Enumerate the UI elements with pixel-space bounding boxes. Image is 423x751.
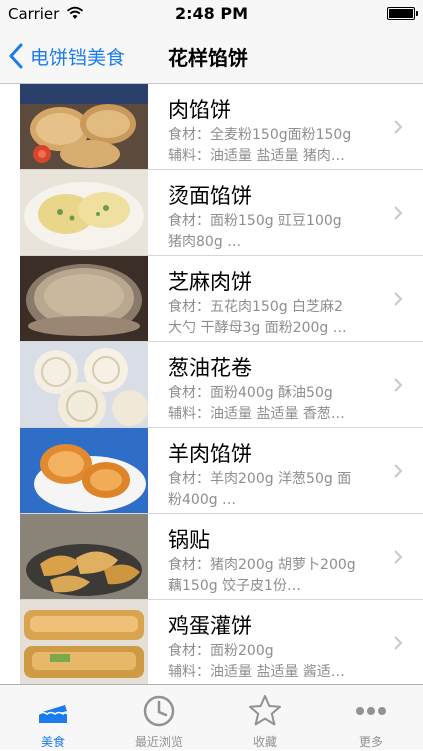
- recipe-title: 肉馅饼: [168, 98, 231, 122]
- recipe-title: 葱油花卷: [168, 356, 252, 380]
- recipe-thumbnail: [20, 600, 148, 684]
- list-item[interactable]: 鸡蛋灌饼 食材：面粉200g 辅料：油适量 盐适量 酱适…: [0, 600, 423, 684]
- back-button[interactable]: 电饼铛美食: [8, 40, 125, 72]
- tab-label: 收藏: [252, 735, 277, 749]
- recipe-thumbnail: [20, 342, 148, 427]
- list-item[interactable]: 葱油花卷 食材：面粉400g 酥油50g 辅料：油适量 盐适量 香葱…: [0, 342, 423, 428]
- recipe-extras: 藕150g 饺子皮1份…: [168, 578, 301, 594]
- recipe-title: 锅贴: [168, 528, 210, 552]
- list-item[interactable]: 芝麻肉饼 食材：五花肉150g 白芝麻2 大勺 干酵母3g 面粉200g …: [0, 256, 423, 342]
- recipe-title: 羊肉馅饼: [168, 442, 252, 466]
- list-item[interactable]: 锅贴 食材：猪肉200g 胡萝卜200g 藕150g 饺子皮1份…: [0, 514, 423, 600]
- recipe-extras: 猪肉80g …: [168, 234, 242, 250]
- chevron-right-icon: [394, 378, 403, 392]
- clock-icon: [143, 695, 175, 727]
- recipe-thumbnail: [20, 256, 148, 341]
- status-time: 2:48 PM: [174, 4, 248, 23]
- recipe-extras: 辅料：油适量 盐适量 香葱…: [168, 406, 345, 422]
- recipe-list[interactable]: 肉馅饼 食材：全麦粉150g面粉150g 辅料：油适量 盐适量 猪肉… 烫面馅饼…: [0, 84, 423, 684]
- tab-label: 更多: [358, 735, 383, 749]
- tab-label: 最近浏览: [134, 735, 183, 749]
- recipe-extras: 粉400g …: [168, 492, 237, 508]
- tab-bar: 美食 最近浏览 收藏 更多: [0, 684, 423, 750]
- list-item[interactable]: 羊肉馅饼 食材：羊肉200g 洋葱50g 面 粉400g …: [0, 428, 423, 514]
- chevron-right-icon: [394, 120, 403, 134]
- list-item[interactable]: 烫面馅饼 食材：面粉150g 豇豆100g 猪肉80g …: [0, 170, 423, 256]
- chevron-right-icon: [394, 550, 403, 564]
- recipe-thumbnail: [20, 170, 148, 255]
- recipe-extras: 大勺 干酵母3g 面粉200g …: [168, 320, 347, 336]
- recipe-ingredients: 食材：面粉150g 豇豆100g: [168, 213, 342, 229]
- back-button-label: 电饼铛美食: [30, 46, 126, 69]
- recipe-ingredients: 食材：面粉200g: [168, 643, 274, 659]
- recipe-title: 烫面馅饼: [168, 184, 252, 208]
- tab-recent[interactable]: 最近浏览: [106, 685, 212, 751]
- navigation-bar: 电饼铛美食 花样馅饼: [0, 28, 423, 84]
- recipe-ingredients: 食材：全麦粉150g面粉150g: [168, 127, 352, 143]
- recipe-ingredients: 食材：羊肉200g 洋葱50g 面: [168, 471, 352, 487]
- list-item[interactable]: 肉馅饼 食材：全麦粉150g面粉150g 辅料：油适量 盐适量 猪肉…: [0, 84, 423, 170]
- recipe-title: 芝麻肉饼: [168, 270, 252, 294]
- battery-icon: [387, 7, 418, 20]
- tab-more[interactable]: 更多: [318, 685, 423, 751]
- chevron-right-icon: [394, 464, 403, 478]
- chevron-right-icon: [394, 292, 403, 306]
- chevron-right-icon: [394, 636, 403, 650]
- recipe-thumbnail: [20, 514, 148, 599]
- tab-favorites[interactable]: 收藏: [212, 685, 318, 751]
- page-title: 花样馅饼: [168, 46, 248, 70]
- recipe-extras: 辅料：油适量 盐适量 猪肉…: [168, 148, 345, 164]
- recipe-thumbnail: [20, 84, 148, 169]
- recipe-ingredients: 食材：猪肉200g 胡萝卜200g: [168, 557, 356, 573]
- recipe-title: 鸡蛋灌饼: [168, 614, 252, 638]
- star-icon: [249, 695, 281, 726]
- tab-label: 美食: [40, 735, 65, 749]
- recipe-ingredients: 食材：五花肉150g 白芝麻2: [168, 299, 343, 315]
- tab-food[interactable]: 美食: [0, 685, 106, 751]
- more-icon: [356, 707, 386, 715]
- cake-icon: [38, 705, 68, 723]
- recipe-thumbnail: [20, 428, 148, 513]
- recipe-ingredients: 食材：面粉400g 酥油50g: [168, 385, 333, 401]
- chevron-right-icon: [394, 206, 403, 220]
- status-bar: Carrier 2:48 PM: [0, 0, 423, 28]
- recipe-extras: 辅料：油适量 盐适量 酱适…: [168, 664, 345, 680]
- chevron-left-icon: [9, 43, 23, 69]
